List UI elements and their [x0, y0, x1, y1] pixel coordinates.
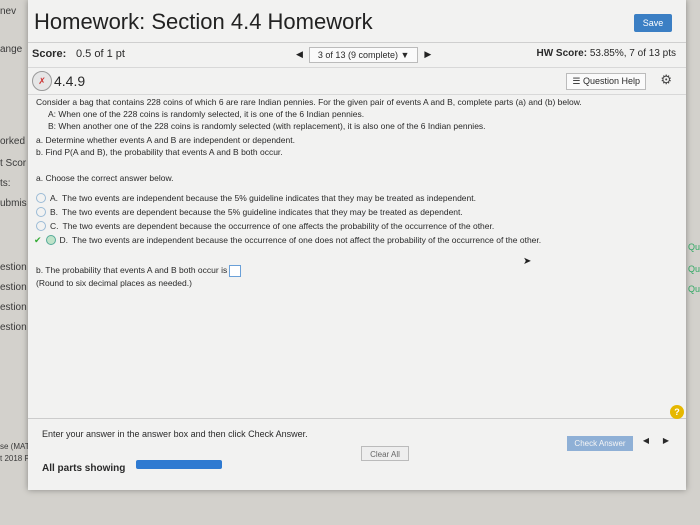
choice-c[interactable]: C. The two events are dependent because …: [36, 220, 676, 232]
bg-fragment: t 2018 P: [0, 454, 30, 463]
choice-letter: B.: [50, 207, 59, 217]
question-intro: Consider a bag that contains 228 coins o…: [36, 97, 582, 107]
choice-a[interactable]: A. The two events are independent becaus…: [36, 192, 676, 204]
clear-all-button[interactable]: Clear All: [361, 446, 409, 461]
mouse-cursor-icon: ➤: [523, 256, 532, 267]
choice-text: The two events are independent because t…: [72, 235, 542, 245]
bg-fragment: estion: [0, 322, 27, 333]
bg-fragment: ts:: [0, 178, 11, 189]
radio-button[interactable]: [36, 207, 46, 217]
help-icon[interactable]: ?: [670, 405, 684, 419]
part-b-note: (Round to six decimal places as needed.): [36, 277, 192, 288]
choice-letter: D.: [59, 235, 69, 245]
choice-text: The two events are independent because t…: [62, 193, 476, 203]
score-value: 0.5 of 1 pt: [76, 48, 125, 60]
prev-question-arrow-icon[interactable]: ◀: [296, 49, 303, 60]
question-help-button[interactable]: ☰ Question Help: [566, 73, 646, 90]
next-question-arrow-icon[interactable]: ▶: [424, 49, 431, 60]
bg-fragment: ange: [0, 44, 23, 55]
partial-credit-icon: ✗: [32, 71, 52, 91]
homework-window: Homework: Section 4.4 Homework Save Scor…: [28, 0, 686, 490]
title-bar: Homework: Section 4.4 Homework Save: [28, 0, 686, 43]
choice-d[interactable]: ✔ D. The two events are independent beca…: [34, 234, 676, 246]
next-arrow-icon[interactable]: ▶: [663, 436, 669, 451]
question-pager: ◀ 3 of 13 (9 complete) ▼ ▶: [296, 46, 431, 63]
bg-fragment: Que: [688, 242, 700, 252]
bg-fragment: estion: [0, 282, 27, 293]
prev-arrow-icon[interactable]: ◀: [643, 436, 649, 451]
bg-fragment: Que: [688, 284, 700, 294]
save-button[interactable]: Save: [634, 14, 672, 32]
checkmark-icon: ✔: [34, 235, 42, 245]
gear-icon[interactable]: ⚙: [660, 72, 672, 88]
footer: ? Enter your answer in the answer box an…: [28, 405, 686, 491]
radio-button[interactable]: [36, 221, 46, 231]
nav-buttons: ◀ ▶: [636, 436, 676, 451]
radio-button[interactable]: [36, 193, 46, 203]
chevron-down-icon: ▼: [400, 49, 410, 60]
part-b-prompt-text: b. The probability that events A and B b…: [36, 265, 228, 275]
event-a: A: When one of the 228 coins is randomly…: [48, 109, 365, 119]
choice-text: The two events are dependent because the…: [62, 221, 495, 231]
question-header: ✗ 4.4.9 ☰ Question Help ⚙: [28, 68, 686, 95]
choice-letter: A.: [50, 193, 59, 203]
question-select[interactable]: 3 of 13 (9 complete) ▼: [308, 46, 419, 63]
footer-instruction: Enter your answer in the answer box and …: [42, 429, 308, 439]
bg-fragment: t Scor: [0, 158, 27, 169]
score-label: Score:: [32, 48, 67, 60]
hw-score: HW Score: 53.85%, 7 of 13 pts: [536, 48, 676, 59]
page-title: Homework: Section 4.4 Homework: [34, 9, 373, 34]
list-icon: ☰: [572, 76, 581, 86]
question-help-label: Question Help: [582, 76, 640, 86]
progress-bar: [136, 460, 222, 469]
parts-showing-label: All parts showing: [42, 463, 126, 474]
bg-fragment: orked: [0, 136, 26, 147]
check-answer-button[interactable]: Check Answer: [567, 436, 633, 451]
score-bar: Score: 0.5 of 1 pt ◀ 3 of 13 (9 complete…: [28, 43, 686, 68]
hw-score-label: HW Score:: [536, 48, 588, 59]
part-b-prompt: b. The probability that events A and B b…: [36, 264, 676, 277]
pager-text: 3 of 13 (9 complete): [317, 49, 398, 60]
question-number: 4.4.9: [54, 73, 86, 89]
part-b-statement: b. Find P(A and B), the probability that…: [36, 147, 283, 157]
bg-fragment: estion: [0, 262, 27, 273]
answer-input[interactable]: [229, 264, 242, 277]
event-b: B: When another one of the 228 coins is …: [48, 121, 486, 131]
bg-fragment: estion: [0, 302, 27, 313]
bg-fragment: nev: [0, 6, 17, 17]
radio-button-selected[interactable]: [45, 235, 56, 245]
choice-letter: C.: [50, 221, 59, 231]
question-content: Consider a bag that contains 228 coins o…: [34, 96, 676, 289]
bg-fragment: ubmis: [0, 198, 27, 209]
choice-b[interactable]: B. The two events are dependent because …: [36, 206, 676, 218]
bg-fragment: Que: [688, 264, 700, 274]
part-a-statement: a. Determine whether events A and B are …: [36, 135, 295, 145]
part-a-prompt: a. Choose the correct answer below.: [36, 173, 174, 183]
choice-text: The two events are dependent because the…: [62, 207, 463, 217]
hw-score-value: 53.85%, 7 of 13 pts: [589, 48, 676, 59]
